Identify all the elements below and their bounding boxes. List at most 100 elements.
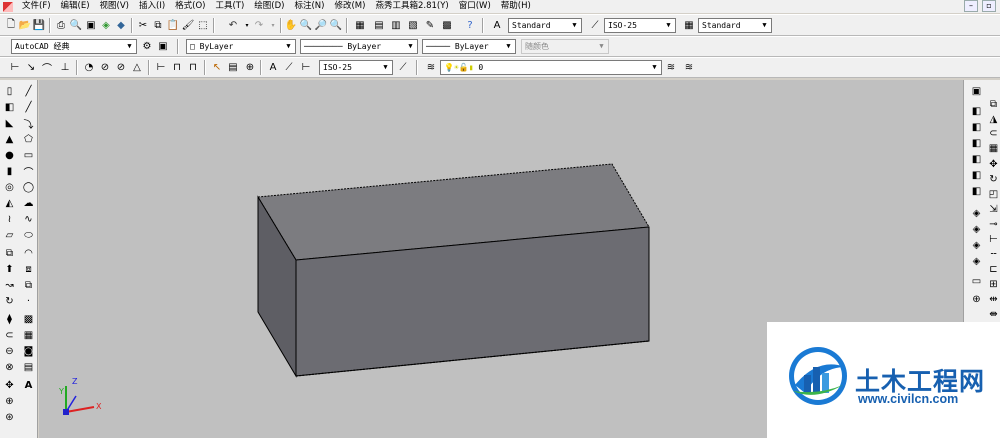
- insert-block-icon[interactable]: ⧈: [22, 263, 35, 276]
- front-view-icon[interactable]: ◧: [970, 169, 983, 182]
- open-file-icon[interactable]: 📂: [18, 18, 32, 32]
- rectangle-icon[interactable]: ▭: [22, 149, 35, 162]
- se-isometric-icon[interactable]: ◈: [970, 223, 983, 236]
- cone-icon[interactable]: ▲: [3, 133, 16, 146]
- scale-icon[interactable]: ◰: [987, 188, 1000, 201]
- workspace-select[interactable]: AutoCAD 经典 ▼: [11, 39, 137, 54]
- viewport-icon[interactable]: ⊕: [970, 293, 983, 306]
- tolerance-icon[interactable]: ▤: [226, 60, 240, 74]
- block-editor-icon[interactable]: ⬚: [196, 18, 210, 32]
- print-icon[interactable]: ⎙: [54, 18, 68, 32]
- arc-length-icon[interactable]: ⌒: [40, 60, 54, 75]
- hatch-icon[interactable]: ▩: [22, 313, 35, 326]
- diameter-dimension-icon[interactable]: ⊘: [114, 60, 128, 74]
- planar-surface-icon[interactable]: ▱: [3, 229, 16, 242]
- tool-palettes-icon[interactable]: ▥: [389, 18, 403, 32]
- back-view-icon[interactable]: ◧: [970, 185, 983, 198]
- subtract-icon[interactable]: ⊖: [3, 345, 16, 358]
- top-view-icon[interactable]: ◧: [970, 105, 983, 118]
- menu-tools[interactable]: 工具(T): [210, 0, 249, 13]
- new-file-icon[interactable]: 🗋: [4, 18, 18, 32]
- dimension-style-manager-icon[interactable]: ⟋: [396, 60, 410, 74]
- autocad-app-icon[interactable]: [3, 1, 13, 12]
- join-icon[interactable]: ⊞: [987, 278, 1000, 291]
- restore-icon[interactable]: ▫: [982, 0, 996, 12]
- dimension-style-icon[interactable]: ⟋: [588, 18, 602, 32]
- sheet-set-manager-icon[interactable]: ▧: [406, 18, 420, 32]
- dimension-style-control-select[interactable]: ISO-25 ▼: [319, 60, 393, 75]
- sw-isometric-icon[interactable]: ◈: [970, 207, 983, 220]
- array-icon[interactable]: ▦: [987, 142, 1000, 155]
- publish-icon[interactable]: ▣: [84, 18, 98, 32]
- menu-dimension[interactable]: 标注(N): [289, 0, 329, 13]
- zoom-window-icon[interactable]: 🔎: [314, 18, 328, 32]
- zoom-previous-icon[interactable]: 🔍: [329, 18, 343, 32]
- left-view-icon[interactable]: ◧: [970, 137, 983, 150]
- extrude-icon[interactable]: ⧉: [3, 247, 16, 260]
- construction-line-icon[interactable]: ╱: [22, 101, 35, 114]
- nw-isometric-icon[interactable]: ◈: [970, 255, 983, 268]
- torus-icon[interactable]: ◎: [3, 181, 16, 194]
- table-icon[interactable]: ▤: [22, 361, 35, 374]
- markup-set-manager-icon[interactable]: ✎: [423, 18, 437, 32]
- multiline-text-icon[interactable]: A: [22, 379, 35, 392]
- revolve-icon[interactable]: ↻: [3, 295, 16, 308]
- menu-modify[interactable]: 修改(M): [329, 0, 370, 13]
- ne-isometric-icon[interactable]: ◈: [970, 239, 983, 252]
- match-properties-icon[interactable]: 🖌: [181, 18, 195, 32]
- menu-view[interactable]: 视图(V): [95, 0, 134, 13]
- layer-control-select[interactable]: 💡☀🔓▮ 0 ▼: [440, 60, 662, 75]
- mirror-icon[interactable]: ◮: [987, 113, 1000, 126]
- aligned-dimension-icon[interactable]: ↘: [24, 60, 38, 74]
- lineweight-control-select[interactable]: ───── ByLayer ▼: [422, 39, 516, 54]
- region-icon[interactable]: ◙: [22, 345, 35, 358]
- line-icon[interactable]: ╱: [22, 85, 35, 98]
- bottom-view-icon[interactable]: ◧: [970, 121, 983, 134]
- menu-format[interactable]: 格式(O): [170, 0, 210, 13]
- rotate-icon[interactable]: ↻: [987, 173, 1000, 186]
- 3d-dwf-icon[interactable]: ◆: [114, 18, 128, 32]
- quick-leader-icon[interactable]: ↖: [210, 60, 224, 74]
- sphere-icon[interactable]: ●: [3, 149, 16, 162]
- polysolid-icon[interactable]: ▯: [3, 85, 16, 98]
- baseline-dimension-icon[interactable]: ⊓: [170, 60, 184, 74]
- menu-draw[interactable]: 绘图(D): [249, 0, 289, 13]
- polyline-icon[interactable]: ⤵: [22, 117, 35, 131]
- menu-insert[interactable]: 插入(I): [134, 0, 170, 13]
- dimension-update-icon[interactable]: ⊢: [299, 60, 313, 74]
- jogged-dimension-icon[interactable]: ⊘: [98, 60, 112, 74]
- offset-icon[interactable]: ⊂: [987, 127, 1000, 140]
- menu-edit[interactable]: 编辑(E): [56, 0, 95, 13]
- box-icon[interactable]: ◧: [3, 101, 16, 114]
- redo-icon[interactable]: ↷: [252, 18, 266, 32]
- fillet-icon[interactable]: ⇼: [987, 308, 1000, 321]
- camera-icon[interactable]: ▭: [970, 275, 983, 288]
- continue-dimension-icon[interactable]: ⊓: [186, 60, 200, 74]
- copy-object-icon[interactable]: ⧉: [987, 98, 1000, 111]
- cylinder-icon[interactable]: ▮: [3, 165, 16, 178]
- gradient-icon[interactable]: ▦: [22, 329, 35, 342]
- make-object-layer-current-icon[interactable]: ≋: [664, 60, 678, 74]
- pyramid-icon[interactable]: ◭: [3, 197, 16, 210]
- dimension-style-select[interactable]: ISO-25 ▼: [604, 18, 676, 33]
- color-control-select[interactable]: □ ByLayer ▼: [186, 39, 296, 54]
- intersect-icon[interactable]: ⊗: [3, 361, 16, 374]
- workspace-settings-icon[interactable]: ⚙: [140, 39, 154, 53]
- dimension-edit-icon[interactable]: A: [266, 60, 280, 74]
- minimize-icon[interactable]: –: [964, 0, 978, 12]
- arc-icon[interactable]: ⌒: [22, 165, 35, 179]
- table-style-icon[interactable]: ▦: [682, 18, 696, 32]
- right-view-icon[interactable]: ◧: [970, 153, 983, 166]
- circle-icon[interactable]: ◯: [22, 181, 35, 194]
- ellipse-icon[interactable]: ⬭: [22, 229, 35, 242]
- break-icon[interactable]: ⊏: [987, 263, 1000, 276]
- sweep-icon[interactable]: ↝: [3, 279, 16, 292]
- trim-icon[interactable]: ⊸: [987, 218, 1000, 231]
- break-at-point-icon[interactable]: ╌: [987, 248, 1000, 261]
- menu-file[interactable]: 文件(F): [17, 0, 56, 13]
- presspull-icon[interactable]: ⬆: [3, 263, 16, 276]
- ellipse-arc-icon[interactable]: ◠: [22, 247, 35, 260]
- table-style-select[interactable]: Standard ▼: [698, 18, 772, 33]
- move-icon[interactable]: ✥: [987, 158, 1000, 171]
- etransmit-icon[interactable]: ◈: [99, 18, 113, 32]
